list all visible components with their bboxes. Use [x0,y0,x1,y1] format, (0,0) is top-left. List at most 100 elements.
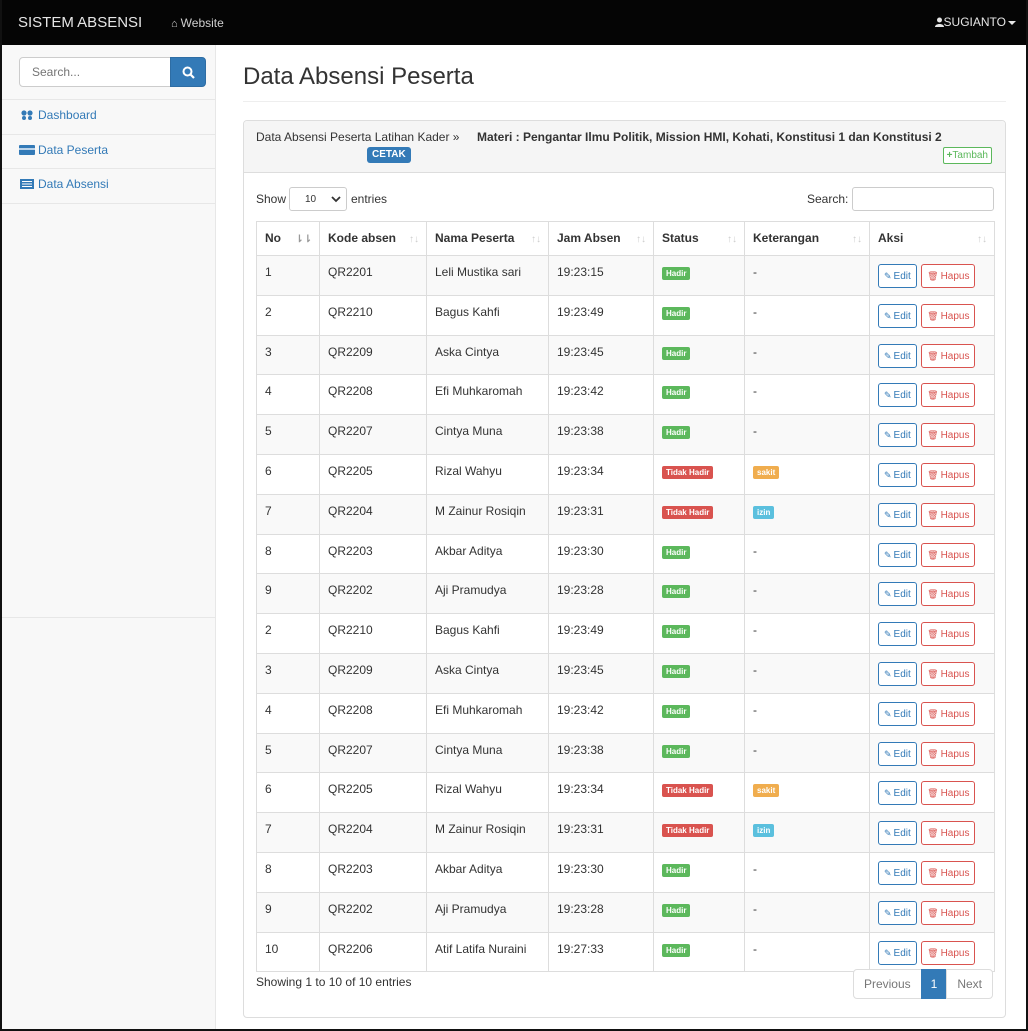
entries-length-value: 10 [305,194,317,205]
trash-icon: 🗑 [927,828,939,839]
dashboard-icon [21,110,33,120]
cell-nama-peserta: Leli Mustika sari [426,255,549,296]
sidebar: Dashboard Data Peserta Data Absensi [2,45,216,1029]
trash-icon: 🗑 [927,430,939,441]
sidebar-item-dashboard[interactable]: Dashboard [19,108,97,122]
edit-button[interactable]: ✎ Edit [878,781,917,806]
sidebar-divider [2,99,216,100]
page-1-button[interactable]: 1 [920,969,948,999]
cell-kode-absen: QR2208 [319,374,427,416]
edit-button[interactable]: ✎ Edit [878,303,917,328]
edit-icon: ✎ [884,509,892,520]
print-button[interactable]: CETAK [367,147,411,163]
column-header-label: Aksi [878,231,904,245]
column-header[interactable]: Keterangan ↑↓ [744,221,870,256]
delete-button-label: Hapus [940,350,970,362]
edit-button[interactable]: ✎ Edit [878,741,917,766]
trash-icon: 🗑 [927,708,939,719]
edit-button[interactable]: ✎ Edit [878,622,917,647]
status-badge: Hadir [662,346,691,360]
website-link[interactable]: ⌂ Website [171,16,224,30]
column-header[interactable]: Jam Absen ↑↓ [548,221,654,256]
column-header[interactable]: Nama Peserta ↑↓ [426,221,549,256]
delete-button[interactable]: 🗑 Hapus [921,502,976,527]
add-button-label: Tambah [952,150,988,161]
entries-label: entries [351,192,388,206]
delete-button[interactable]: 🗑 Hapus [921,582,976,607]
table-row: 6 QR2205 Rizal Wahyu 19:23:34 Tidak Hadir sak… [256,772,995,814]
edit-button[interactable]: ✎ Edit [878,582,917,607]
attendance-panel: Data Absensi Peserta Latihan Kader » Mat… [243,120,1006,1018]
delete-button[interactable]: 🗑 Hapus [921,900,976,925]
edit-button[interactable]: ✎ Edit [878,264,917,288]
table-row: 3 QR2209 Aska Cintya 19:23:45 Hadir - ✎ Edit 🗑 H… [256,334,995,376]
delete-button[interactable]: 🗑 Hapus [921,303,976,328]
cell-status: Tidak Hadir [653,812,745,853]
column-header[interactable]: Status ↑↓ [653,221,745,256]
sidebar-divider [2,168,216,169]
edit-button[interactable]: ✎ Edit [878,502,917,527]
table-row: 8 QR2203 Akbar Aditya 19:23:30 Hadir - ✎ Edit 🗑… [256,533,995,575]
cell-no: 9 [256,891,320,933]
sidebar-item-data-peserta[interactable]: Data Peserta [19,143,108,157]
entries-length-select[interactable]: 10 [289,187,347,211]
edit-button[interactable]: ✎ Edit [878,462,917,487]
edit-button[interactable]: ✎ Edit [878,661,917,686]
cell-status: Hadir [653,334,745,376]
edit-button[interactable]: ✎ Edit [878,343,917,368]
delete-button[interactable]: 🗑 Hapus [921,542,976,567]
sidebar-search-input[interactable] [19,57,171,87]
delete-button-label: Hapus [940,549,970,561]
brand-link[interactable]: SISTEM ABSENSI [18,14,142,31]
column-header[interactable]: Kode absen ↑↓ [319,221,427,256]
delete-button[interactable]: 🗑 Hapus [921,741,976,766]
delete-button[interactable]: 🗑 Hapus [921,343,976,368]
cell-aksi: ✎ Edit 🗑 Hapus [869,732,995,774]
cell-status: Hadir [653,533,745,575]
delete-button[interactable]: 🗑 Hapus [921,940,976,965]
cell-keterangan: - [744,573,870,615]
edit-button[interactable]: ✎ Edit [878,383,917,408]
delete-button[interactable]: 🗑 Hapus [921,781,976,806]
delete-button[interactable]: 🗑 Hapus [921,423,976,448]
delete-button[interactable]: 🗑 Hapus [921,622,976,647]
cell-no: 3 [256,652,320,694]
cell-nama-peserta: Bagus Kahfi [426,294,549,336]
cell-nama-peserta: Efi Muhkaromah [426,692,549,734]
cell-keterangan: - [744,692,870,734]
delete-button[interactable]: 🗑 Hapus [921,661,976,686]
sidebar-search-button[interactable] [170,57,206,87]
delete-button[interactable]: 🗑 Hapus [921,860,976,885]
edit-button[interactable]: ✎ Edit [878,940,917,965]
materi-text: Materi : Pengantar Ilmu Politik, Mission… [477,130,942,144]
delete-button[interactable]: 🗑 Hapus [921,701,976,726]
edit-button[interactable]: ✎ Edit [878,701,917,726]
table-row: 7 QR2204 M Zainur Rosiqin 19:23:31 Tidak Had… [256,812,995,853]
attendance-table: No ⇂⇂ Kode absen ↑↓ Nama Peserta ↑↓ Jam Absen ↑… [256,221,995,973]
delete-button[interactable]: 🗑 Hapus [921,383,976,408]
edit-icon: ✎ [884,271,892,281]
add-button[interactable]: +Tambah [942,147,992,164]
list-icon [20,179,34,189]
table-search-input[interactable] [852,187,994,211]
cell-jam-absen: 19:23:45 [548,652,654,694]
next-page-button[interactable]: Next [946,969,993,999]
edit-button[interactable]: ✎ Edit [878,542,917,567]
edit-button[interactable]: ✎ Edit [878,900,917,925]
column-header[interactable]: Aksi ↑↓ [869,221,995,256]
delete-button[interactable]: 🗑 Hapus [921,821,976,846]
edit-button-label: Edit [893,549,911,561]
delete-button[interactable]: 🗑 Hapus [921,462,976,487]
previous-page-button[interactable]: Previous [852,969,922,999]
column-header[interactable]: No ⇂⇂ [256,221,320,256]
delete-button[interactable]: 🗑 Hapus [921,264,976,288]
sidebar-item-data-absensi[interactable]: Data Absensi [19,177,109,191]
edit-button-label: Edit [893,271,911,282]
edit-button[interactable]: ✎ Edit [878,423,917,448]
edit-button[interactable]: ✎ Edit [878,821,917,846]
edit-button[interactable]: ✎ Edit [878,860,917,885]
edit-icon: ✎ [884,907,892,918]
cell-nama-peserta: Aska Cintya [426,652,549,694]
cell-status: Tidak Hadir [653,453,745,495]
user-menu[interactable]: SUGIANTO [934,15,1016,29]
